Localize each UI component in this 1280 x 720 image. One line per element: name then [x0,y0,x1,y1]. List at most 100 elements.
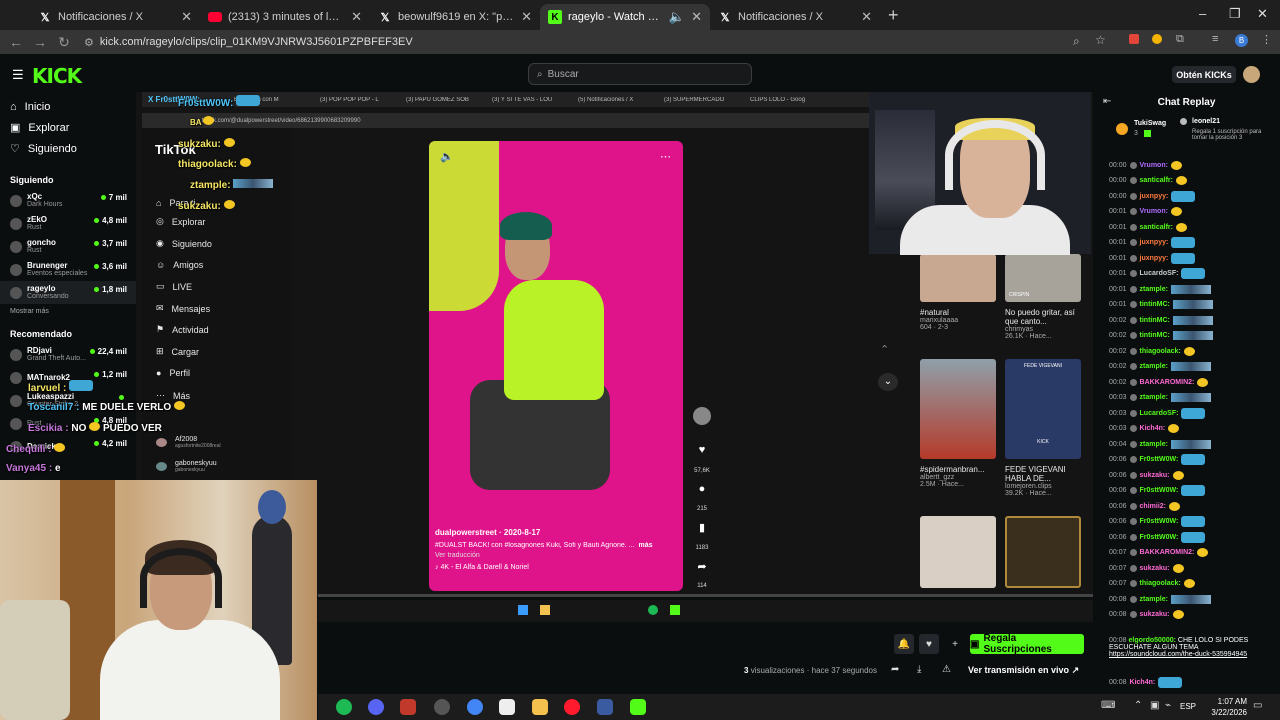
nav-following[interactable]: ♡ Siguiendo [0,138,136,159]
chevron-up-icon[interactable]: ⌃ [1134,700,1142,711]
close-tab-icon[interactable]: ✕ [691,9,702,25]
kick-app-icon[interactable] [630,699,646,715]
extension-icon[interactable] [1129,34,1139,44]
report-icon[interactable]: ⚠ [942,664,951,675]
chat-user[interactable]: Fr0sttW0W: [1140,456,1179,463]
chat-user[interactable]: sukzaku: [1140,565,1170,572]
chat-user[interactable]: Vrumon: [1140,208,1168,215]
nav-explore[interactable]: ▣ Explorar [0,117,136,138]
watch-live-link[interactable]: Ver transmisión en vivo ↗ [968,665,1079,676]
chat-user[interactable]: juxnpyy: [1140,255,1169,262]
chat-user[interactable]: BAKKAROMIN2: [1140,379,1195,386]
chat-user[interactable]: ztample: [1140,286,1168,293]
chat-user[interactable]: ztample: [1140,596,1168,603]
chat-user[interactable]: LucardoSF: [1140,270,1179,277]
chat-user[interactable]: tintinMC: [1140,332,1170,339]
notification-bell-button[interactable]: 🔔 [894,634,914,654]
close-window-icon[interactable]: ✕ [1257,6,1268,22]
obs-icon[interactable] [434,699,450,715]
sidebar-channel[interactable]: xQc Dark Hours 7 mil [0,189,136,212]
chat-user[interactable]: sukzaku: [1140,472,1170,479]
close-tab-icon[interactable]: ✕ [181,9,192,25]
maximize-icon[interactable]: ❐ [1229,6,1241,22]
browser-tab[interactable]: 𝕏beowulf9619 en X: "pobre mar ✕ [370,4,540,30]
kick-logo[interactable]: KICK [32,64,82,88]
sidebar-channel-active[interactable]: rageylo Conversando 1,8 mil [0,281,136,304]
chat-user[interactable]: BAKKAROMIN2: [1140,549,1195,556]
notification-center-icon[interactable]: ▭ [1253,700,1262,711]
profile-avatar-icon[interactable]: B [1235,34,1248,47]
clip-progress-bar[interactable] [318,594,1093,597]
minimize-icon[interactable]: – [1199,6,1206,21]
chat-user[interactable]: ztample: [1140,441,1168,448]
chat-user[interactable]: ztample: [1140,394,1168,401]
search-input[interactable]: ⌕ Buscar [528,63,752,85]
show-more-link[interactable]: Mostrar más [0,308,136,315]
chat-user[interactable]: thiagoolack: [1140,580,1181,587]
zoom-icon[interactable]: ⌕ [1073,34,1080,49]
chat-user[interactable]: juxnpyy: [1140,239,1169,246]
system-clock[interactable]: 1:07 AM 3/22/2026 [1197,696,1247,718]
chat-user[interactable]: juxnpyy: [1140,193,1169,200]
opera-icon[interactable] [564,699,580,715]
chat-user[interactable]: Vrumon: [1140,162,1168,169]
sidebar-channel[interactable]: RDjavi Grand Theft Auto... 22,4 mil [0,343,136,366]
chat-link[interactable]: https://soundcloud.com/the-duck-53599494… [1109,651,1247,658]
user-avatar[interactable] [1243,66,1260,83]
keyboard-icon[interactable]: ⌨ [1101,700,1115,711]
discord-icon[interactable] [368,699,384,715]
chat-user[interactable]: Fr0sttW0W: [1140,518,1179,525]
chat-user[interactable]: ztample: [1140,363,1168,370]
forward-icon[interactable]: → [28,34,52,50]
sidebar-channel[interactable]: zEkO Rust 4,8 mil [0,212,136,235]
nav-home[interactable]: ⌂ Inicio [0,96,136,117]
chat-user[interactable]: thiagoolack: [1140,348,1181,355]
back-icon[interactable]: ← [4,34,28,50]
menu-dots-icon[interactable]: ⋮ [1261,33,1272,46]
language-indicator[interactable]: ESP [1180,702,1196,711]
close-tab-icon[interactable]: ✕ [521,9,532,25]
puzzle-icon[interactable]: ⧉ [1176,33,1184,46]
get-kicks-button[interactable]: Obtén KICKs [1172,66,1236,83]
network-icon[interactable]: ⌁ [1165,700,1171,711]
app-icon[interactable] [499,699,515,715]
site-info-icon[interactable]: ⚙ [84,36,94,49]
app-icon[interactable] [597,699,613,715]
close-tab-icon[interactable]: ✕ [351,9,362,25]
chat-user[interactable]: santicalfr: [1140,177,1173,184]
browser-tab[interactable]: (2313) 3 minutes of leo messi a ✕ [200,4,370,30]
add-icon[interactable]: + [945,634,965,654]
share-icon[interactable]: ➦ [891,664,899,675]
chat-user[interactable]: chimii2: [1140,503,1166,510]
bookmark-star-icon[interactable]: ☆ [1095,33,1106,47]
tray-icon[interactable]: ▣ [1150,700,1159,711]
reload-icon[interactable]: ↻ [52,34,76,51]
folder-icon[interactable] [532,699,548,715]
speaker-icon[interactable]: 🔈 [669,9,685,25]
hamburger-menu-icon[interactable]: ☰ [12,67,24,83]
download-icon[interactable]: ⤓ [917,664,921,675]
extension-icon[interactable] [1152,34,1162,44]
chat-user[interactable]: tintinMC: [1140,301,1170,308]
video-app-icon[interactable] [400,699,416,715]
spotify-icon[interactable] [336,699,352,715]
sidebar-channel[interactable]: goncho Rust 3,7 mil [0,235,136,258]
chat-user[interactable]: Fr0sttW0W: [1140,487,1179,494]
chat-user[interactable]: tintinMC: [1140,317,1170,324]
new-tab-icon[interactable]: + [888,5,899,26]
chat-user[interactable]: Fr0sttW0W: [1140,534,1179,541]
chat-user[interactable]: LucardoSF: [1140,410,1179,417]
follow-heart-button[interactable]: ♥ [919,634,939,654]
address-bar[interactable]: ⚙ kick.com/rageylo/clips/clip_01KM9VJNRW3… [84,32,1114,52]
media-control-icon[interactable]: ≡ [1212,33,1218,45]
browser-tab-active[interactable]: Krageylo - Watch clips on Ki 🔈 ✕ [540,4,710,30]
browser-tab[interactable]: 𝕏 Notificaciones / X ✕ [710,4,880,30]
browser-tab[interactable]: 𝕏 Notificaciones / X ✕ [30,4,200,30]
chrome-icon[interactable] [467,699,483,715]
chat-user[interactable]: Kich4n: [1140,425,1166,432]
gift-subs-button[interactable]: ▣ Regala Suscripciones [970,633,1084,655]
chat-user[interactable]: sukzaku: [1140,611,1170,618]
chat-user[interactable]: santicalfr: [1140,224,1173,231]
close-tab-icon[interactable]: ✕ [861,9,872,25]
sidebar-channel[interactable]: Brunenger Eventos especiales 3,6 mil [0,258,136,281]
